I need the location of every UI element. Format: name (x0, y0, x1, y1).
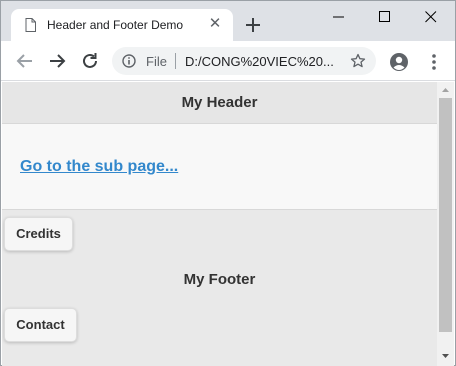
forward-arrow-icon[interactable] (47, 51, 67, 71)
menu-dots-icon[interactable] (426, 53, 442, 71)
address-bar[interactable]: File D:/CONG%20VIEC%20... (112, 47, 376, 75)
tab-strip: Header and Footer Demo ✕ (1, 1, 455, 41)
back-arrow-icon[interactable] (15, 51, 35, 71)
url-scheme: File (146, 54, 167, 69)
info-icon[interactable] (122, 54, 136, 68)
star-icon[interactable] (350, 53, 366, 69)
url-text[interactable]: D:/CONG%20VIEC%20... (185, 54, 337, 69)
page-content: Go to the sub page... (2, 124, 437, 210)
footer-title: My Footer (183, 271, 256, 288)
page-icon (25, 18, 36, 32)
minimize-icon (333, 16, 344, 18)
plus-icon[interactable] (241, 13, 265, 37)
maximize-button[interactable] (362, 1, 408, 33)
reload-icon[interactable] (80, 51, 100, 71)
scroll-down-arrow-icon[interactable] (437, 348, 454, 364)
minimize-button[interactable] (316, 1, 362, 33)
close-window-button[interactable] (408, 1, 454, 33)
scrollbar-thumb[interactable] (439, 98, 452, 332)
browser-tab[interactable]: Header and Footer Demo ✕ (11, 9, 233, 41)
credits-button[interactable]: Credits (4, 217, 73, 251)
close-window-icon (425, 11, 437, 23)
page-viewport: My Header Go to the sub page... Credits … (2, 82, 437, 366)
address-divider (175, 53, 176, 69)
close-icon[interactable]: ✕ (207, 16, 223, 32)
header-title: My Header (181, 94, 258, 111)
tab-title: Header and Footer Demo (47, 18, 184, 32)
vertical-scrollbar[interactable] (437, 82, 454, 366)
maximize-icon (379, 11, 390, 22)
contact-button[interactable]: Contact (4, 308, 77, 342)
page-footer: Credits My Footer Contact (2, 210, 437, 366)
scroll-up-arrow-icon[interactable] (437, 82, 454, 98)
page-header: My Header (2, 82, 437, 124)
account-icon[interactable] (389, 52, 409, 72)
sub-page-link[interactable]: Go to the sub page... (20, 158, 178, 176)
browser-toolbar: File D:/CONG%20VIEC%20... (1, 41, 455, 81)
browser-window: Header and Footer Demo ✕ File D:/CONG%20… (0, 0, 456, 366)
